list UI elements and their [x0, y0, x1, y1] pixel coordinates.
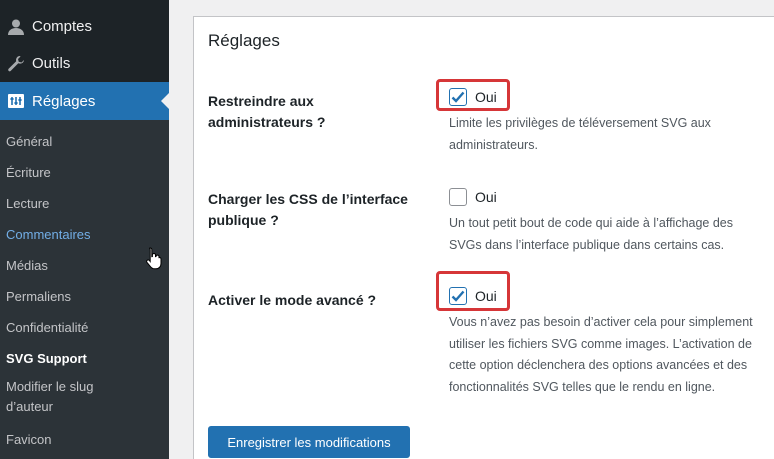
submenu-svg-support[interactable]: SVG Support	[0, 343, 169, 374]
setting-field-css: Oui Un tout petit bout de code qui aide …	[449, 185, 769, 256]
submenu-modifier-slug[interactable]: Modifier le slug d’auteur	[0, 374, 130, 424]
highlight-box	[436, 271, 510, 311]
load-css-checkbox[interactable]	[449, 188, 467, 206]
checkbox-option-label: Oui	[475, 189, 497, 205]
hand-cursor-icon	[145, 246, 163, 275]
page-title: Réglages	[208, 31, 280, 50]
menu-outils[interactable]: Outils	[0, 45, 169, 82]
highlight-box	[436, 79, 510, 111]
settings-submenu: Général Écriture Lecture Commentaires Mé…	[0, 120, 169, 459]
wrench-icon	[6, 54, 26, 74]
submenu-favicon[interactable]: Favicon	[0, 424, 169, 455]
submenu-lecture[interactable]: Lecture	[0, 188, 169, 219]
menu-label: Réglages	[32, 92, 96, 110]
submenu-medias[interactable]: Médias	[0, 250, 169, 281]
menu-label: Outils	[32, 55, 71, 72]
submenu-ecriture[interactable]: Écriture	[0, 157, 169, 188]
setting-description: Limite les privilèges de téléversement S…	[449, 116, 711, 152]
admin-sidebar: Comptes Outils Réglages Général Écriture…	[0, 0, 169, 459]
submenu-general[interactable]: Général	[0, 126, 169, 157]
submenu-confidentialite[interactable]: Confidentialité	[0, 312, 169, 343]
submenu-commentaires[interactable]: Commentaires	[0, 219, 169, 250]
menu-comptes[interactable]: Comptes	[0, 8, 169, 45]
save-button[interactable]: Enregistrer les modifications	[208, 426, 410, 458]
setting-label-restrict: Restreindre aux administrateurs ?	[208, 93, 326, 130]
settings-icon	[6, 91, 26, 111]
user-icon	[6, 17, 26, 37]
setting-label-advanced: Activer le mode avancé ?	[208, 292, 377, 308]
submenu-permaliens[interactable]: Permaliens	[0, 281, 169, 312]
setting-description: Vous n’avez pas besoin d’activer cela po…	[449, 315, 753, 394]
setting-label-css: Charger les CSS de l’interface publique …	[208, 191, 408, 228]
setting-description: Un tout petit bout de code qui aide à l’…	[449, 216, 734, 252]
menu-label: Comptes	[32, 18, 93, 35]
menu-reglages[interactable]: Réglages	[0, 82, 169, 120]
settings-panel: Réglages Restreindre aux administrateurs…	[193, 16, 774, 459]
